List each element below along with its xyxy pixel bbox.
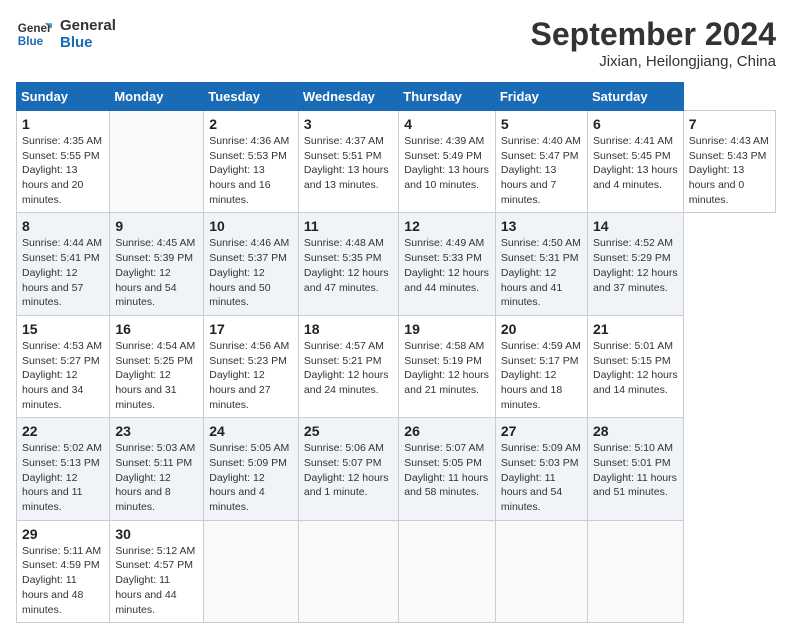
- table-row: [204, 520, 299, 622]
- logo-general: General: [60, 17, 116, 34]
- table-row: 27Sunrise: 5:09 AMSunset: 5:03 PMDayligh…: [495, 418, 587, 520]
- calendar-week-1: 1Sunrise: 4:35 AMSunset: 5:55 PMDaylight…: [17, 111, 776, 213]
- table-row: [110, 111, 204, 213]
- logo-icon: General Blue: [16, 16, 52, 52]
- logo-blue: Blue: [60, 34, 116, 51]
- table-row: 21Sunrise: 5:01 AMSunset: 5:15 PMDayligh…: [588, 315, 684, 417]
- calendar-week-4: 22Sunrise: 5:02 AMSunset: 5:13 PMDayligh…: [17, 418, 776, 520]
- calendar-week-5: 29Sunrise: 5:11 AMSunset: 4:59 PMDayligh…: [17, 520, 776, 622]
- table-row: 7Sunrise: 4:43 AMSunset: 5:43 PMDaylight…: [683, 111, 775, 213]
- calendar-header-row: Sunday Monday Tuesday Wednesday Thursday…: [17, 83, 776, 111]
- table-row: 15Sunrise: 4:53 AMSunset: 5:27 PMDayligh…: [17, 315, 110, 417]
- table-row: 25Sunrise: 5:06 AMSunset: 5:07 PMDayligh…: [298, 418, 398, 520]
- table-row: [495, 520, 587, 622]
- table-row: 1Sunrise: 4:35 AMSunset: 5:55 PMDaylight…: [17, 111, 110, 213]
- table-row: [588, 520, 684, 622]
- table-row: 29Sunrise: 5:11 AMSunset: 4:59 PMDayligh…: [17, 520, 110, 622]
- calendar-week-2: 8Sunrise: 4:44 AMSunset: 5:41 PMDaylight…: [17, 213, 776, 315]
- location-title: Jixian, Heilongjiang, China: [531, 53, 776, 70]
- table-row: 24Sunrise: 5:05 AMSunset: 5:09 PMDayligh…: [204, 418, 299, 520]
- table-row: 8Sunrise: 4:44 AMSunset: 5:41 PMDaylight…: [17, 213, 110, 315]
- table-row: 23Sunrise: 5:03 AMSunset: 5:11 PMDayligh…: [110, 418, 204, 520]
- table-row: [298, 520, 398, 622]
- table-row: 4Sunrise: 4:39 AMSunset: 5:49 PMDaylight…: [399, 111, 496, 213]
- table-row: [399, 520, 496, 622]
- table-row: 22Sunrise: 5:02 AMSunset: 5:13 PMDayligh…: [17, 418, 110, 520]
- logo: General Blue General Blue: [16, 16, 116, 52]
- col-friday: Friday: [495, 83, 587, 111]
- table-row: 18Sunrise: 4:57 AMSunset: 5:21 PMDayligh…: [298, 315, 398, 417]
- table-row: 16Sunrise: 4:54 AMSunset: 5:25 PMDayligh…: [110, 315, 204, 417]
- table-row: 28Sunrise: 5:10 AMSunset: 5:01 PMDayligh…: [588, 418, 684, 520]
- table-row: 9Sunrise: 4:45 AMSunset: 5:39 PMDaylight…: [110, 213, 204, 315]
- calendar-table: Sunday Monday Tuesday Wednesday Thursday…: [16, 82, 776, 623]
- table-row: 19Sunrise: 4:58 AMSunset: 5:19 PMDayligh…: [399, 315, 496, 417]
- calendar-week-3: 15Sunrise: 4:53 AMSunset: 5:27 PMDayligh…: [17, 315, 776, 417]
- page-header: General Blue General Blue September 2024…: [16, 16, 776, 70]
- table-row: 5Sunrise: 4:40 AMSunset: 5:47 PMDaylight…: [495, 111, 587, 213]
- table-row: 6Sunrise: 4:41 AMSunset: 5:45 PMDaylight…: [588, 111, 684, 213]
- col-monday: Monday: [110, 83, 204, 111]
- col-tuesday: Tuesday: [204, 83, 299, 111]
- table-row: 30Sunrise: 5:12 AMSunset: 4:57 PMDayligh…: [110, 520, 204, 622]
- table-row: 2Sunrise: 4:36 AMSunset: 5:53 PMDaylight…: [204, 111, 299, 213]
- col-saturday: Saturday: [588, 83, 684, 111]
- table-row: 10Sunrise: 4:46 AMSunset: 5:37 PMDayligh…: [204, 213, 299, 315]
- col-wednesday: Wednesday: [298, 83, 398, 111]
- table-row: 26Sunrise: 5:07 AMSunset: 5:05 PMDayligh…: [399, 418, 496, 520]
- month-title: September 2024: [531, 16, 776, 53]
- col-sunday: Sunday: [17, 83, 110, 111]
- table-row: 11Sunrise: 4:48 AMSunset: 5:35 PMDayligh…: [298, 213, 398, 315]
- table-row: 13Sunrise: 4:50 AMSunset: 5:31 PMDayligh…: [495, 213, 587, 315]
- col-thursday: Thursday: [399, 83, 496, 111]
- table-row: 17Sunrise: 4:56 AMSunset: 5:23 PMDayligh…: [204, 315, 299, 417]
- table-row: 14Sunrise: 4:52 AMSunset: 5:29 PMDayligh…: [588, 213, 684, 315]
- title-block: September 2024 Jixian, Heilongjiang, Chi…: [531, 16, 776, 70]
- table-row: 12Sunrise: 4:49 AMSunset: 5:33 PMDayligh…: [399, 213, 496, 315]
- table-row: 20Sunrise: 4:59 AMSunset: 5:17 PMDayligh…: [495, 315, 587, 417]
- table-row: 3Sunrise: 4:37 AMSunset: 5:51 PMDaylight…: [298, 111, 398, 213]
- svg-text:Blue: Blue: [18, 35, 44, 48]
